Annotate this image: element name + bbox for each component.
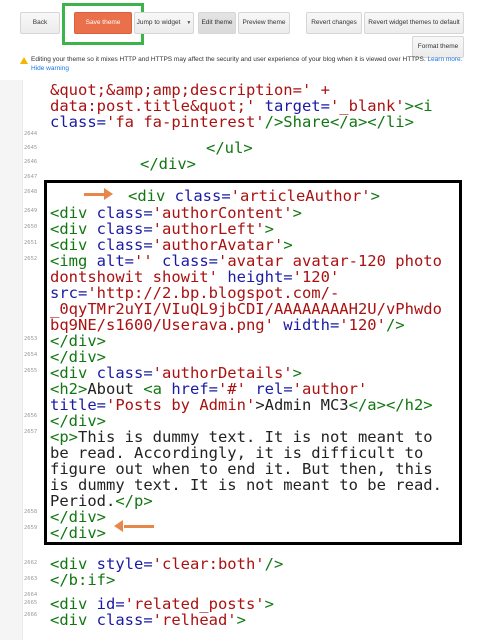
line-number: 2659 (24, 525, 38, 531)
warning-icon (20, 57, 28, 64)
code-line: </div> (140, 155, 196, 173)
line-number: 2646 (24, 159, 38, 165)
edit-theme-button[interactable]: Edit theme (198, 12, 236, 34)
start-arrow-head (104, 188, 113, 200)
line-number: 2650 (24, 224, 38, 230)
jump-to-widget-label: Jump to widget (136, 19, 181, 26)
line-number: 2666 (24, 612, 38, 618)
code-line: <div class='relhead'> (50, 611, 246, 629)
end-arrow (124, 525, 154, 528)
line-number: 2664 (24, 592, 38, 598)
line-number: 2648 (24, 189, 38, 195)
save-button-highlight (62, 3, 144, 45)
line-number: 2653 (24, 336, 38, 342)
mixed-content-warning: Editing your theme so it mixes HTTP and … (31, 56, 471, 73)
code-line: data:post.title&quot;' target='_blank'><… (50, 97, 433, 115)
start-arrow (84, 193, 106, 196)
line-number: 2656 (24, 413, 38, 419)
line-number: 2651 (24, 240, 38, 246)
code-line: </ul> (206, 139, 253, 157)
chevron-down-icon: ▼ (186, 20, 192, 26)
back-button[interactable]: Back (20, 12, 60, 34)
learn-more-link[interactable]: Learn more. (427, 56, 462, 63)
jump-to-widget-dropdown[interactable]: Jump to widget ▼ (134, 12, 194, 34)
line-number: 2665 (24, 600, 38, 606)
line-number: 2647 (24, 174, 38, 180)
line-number: 2657 (24, 429, 38, 435)
hide-warning-link[interactable]: Hide warning (31, 65, 69, 72)
line-number: 2658 (24, 509, 38, 515)
warning-text: Editing your theme so it mixes HTTP and … (31, 56, 426, 63)
preview-theme-button[interactable]: Preview theme (238, 12, 290, 34)
code-line: class='fa fa-pinterest'/>Share</a></li> (50, 113, 414, 131)
code-line: <div id='related_posts'> (50, 595, 274, 613)
code-line: </b:if> (50, 571, 116, 589)
line-number: 2655 (24, 368, 38, 374)
line-number: 2654 (24, 352, 38, 358)
line-number: 2649 (24, 208, 38, 214)
author-box-highlight (44, 180, 462, 545)
revert-changes-button[interactable]: Revert changes (306, 12, 362, 34)
revert-widget-themes-button[interactable]: Revert widget themes to default (364, 12, 464, 34)
line-number: 2645 (24, 145, 38, 151)
line-number: 2663 (24, 576, 38, 582)
end-arrow-head (114, 520, 123, 532)
format-theme-button[interactable]: Format theme (412, 36, 464, 58)
theme-editor-toolbar: Back Save theme Jump to widget ▼ Edit the… (0, 0, 480, 80)
line-number: 2652 (24, 256, 38, 262)
line-number: 2662 (24, 560, 38, 566)
code-line: <div style='clear:both'/> (50, 555, 284, 573)
line-number: 2644 (24, 131, 38, 137)
code-line: &quot;&amp;amp;description=' + (50, 81, 330, 99)
